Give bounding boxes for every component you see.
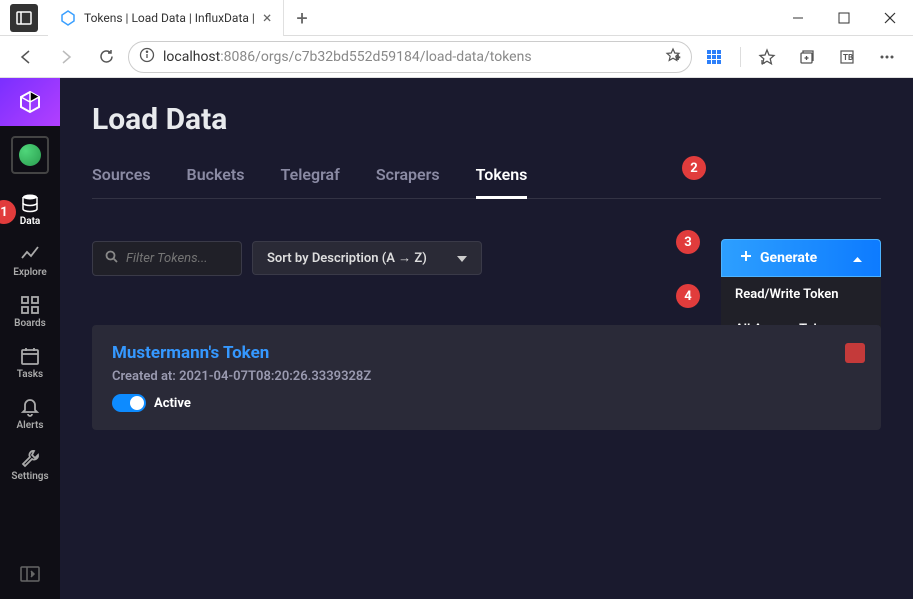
bell-icon (19, 396, 41, 418)
window-close-button[interactable] (867, 0, 913, 36)
address-bar[interactable]: localhost:8086/orgs/c7b32bd552d59184/loa… (128, 41, 692, 73)
tab-scrapers[interactable]: Scrapers (376, 165, 440, 198)
tab-tokens[interactable]: Tokens (476, 165, 528, 198)
url-text: localhost:8086/orgs/c7b32bd552d59184/loa… (163, 49, 657, 65)
active-toggle[interactable] (112, 394, 146, 412)
user-avatar-icon (19, 144, 41, 166)
favorites-icon[interactable] (749, 39, 785, 75)
active-label: Active (154, 396, 191, 411)
wrench-icon (19, 447, 41, 469)
back-button[interactable] (8, 39, 44, 75)
sort-select[interactable]: Sort by Description (A → Z) (252, 241, 482, 275)
token-name[interactable]: Mustermann's Token (112, 343, 861, 363)
svg-text:+: + (676, 54, 680, 62)
annotation-badge-3: 3 (676, 230, 700, 254)
calendar-icon (19, 345, 41, 367)
info-icon[interactable] (139, 47, 155, 67)
new-tab-button[interactable]: + (284, 6, 319, 30)
star-icon[interactable]: + (665, 47, 681, 67)
sidebar-item-data[interactable]: 1 Data (0, 184, 60, 235)
window-maximize-button[interactable] (821, 0, 867, 36)
filter-tokens-input[interactable] (92, 241, 242, 276)
sidebar-item-settings[interactable]: Settings (0, 439, 60, 490)
sidebar-item-boards[interactable]: Boards (0, 286, 60, 337)
sidebar-item-explore[interactable]: Explore (0, 235, 60, 286)
reload-button[interactable] (88, 39, 124, 75)
browser-sidebar-button[interactable] (10, 4, 38, 32)
boards-icon (19, 294, 41, 316)
influx-favicon-icon (60, 10, 76, 26)
annotation-badge-1: 1 (0, 200, 16, 224)
browser-titlebar: Tokens | Load Data | InfluxData | × + (0, 0, 913, 36)
svg-text:TB: TB (843, 53, 853, 62)
extension-icon[interactable]: TB (829, 39, 865, 75)
tab-close-icon[interactable]: × (263, 8, 272, 27)
sidebar-item-alerts[interactable]: Alerts (0, 388, 60, 439)
page-title: Load Data (92, 102, 881, 137)
sort-label: Sort by Description (A → Z) (267, 250, 427, 266)
apps-grid-icon[interactable] (696, 39, 732, 75)
tab-telegraf[interactable]: Telegraf (280, 165, 339, 198)
explore-icon (19, 243, 41, 265)
plus-icon (740, 250, 752, 266)
annotation-badge-2: 2 (682, 156, 706, 180)
window-minimize-button[interactable] (775, 0, 821, 36)
dropdown-read-write[interactable]: Read/Write Token (721, 277, 881, 312)
main-content: Load Data Sources Buckets Telegraf Scrap… (60, 78, 913, 599)
database-icon (19, 192, 41, 214)
generate-button[interactable]: Generate (721, 239, 881, 277)
collections-icon[interactable] (789, 39, 825, 75)
sidebar-item-tasks[interactable]: Tasks (0, 337, 60, 388)
sidebar-collapse-button[interactable] (10, 559, 50, 589)
browser-addressbar-row: localhost:8086/orgs/c7b32bd552d59184/loa… (0, 36, 913, 78)
forward-button[interactable] (48, 39, 84, 75)
app-sidebar: 1 Data Explore Boards Tasks Alerts Setti… (0, 78, 60, 599)
token-created-at: Created at: 2021-04-07T08:20:26.3339328Z (112, 369, 861, 384)
menu-icon[interactable] (869, 39, 905, 75)
token-card: Mustermann's Token Created at: 2021-04-0… (92, 325, 881, 430)
browser-tab-title: Tokens | Load Data | InfluxData | (84, 11, 255, 25)
delete-token-button[interactable] (845, 343, 865, 363)
filter-input-field[interactable] (126, 251, 229, 266)
tab-buckets[interactable]: Buckets (187, 165, 245, 198)
search-icon (105, 250, 118, 267)
browser-tab[interactable]: Tokens | Load Data | InfluxData | × (48, 0, 284, 36)
generate-label: Generate (760, 250, 817, 266)
annotation-badge-4: 4 (676, 284, 700, 308)
chevron-down-icon (457, 251, 467, 266)
page-tabs: Sources Buckets Telegraf Scrapers Tokens (92, 165, 881, 199)
chevron-up-icon (853, 250, 862, 266)
user-menu[interactable] (11, 136, 49, 174)
tab-sources[interactable]: Sources (92, 165, 151, 198)
influx-logo[interactable] (0, 78, 60, 126)
